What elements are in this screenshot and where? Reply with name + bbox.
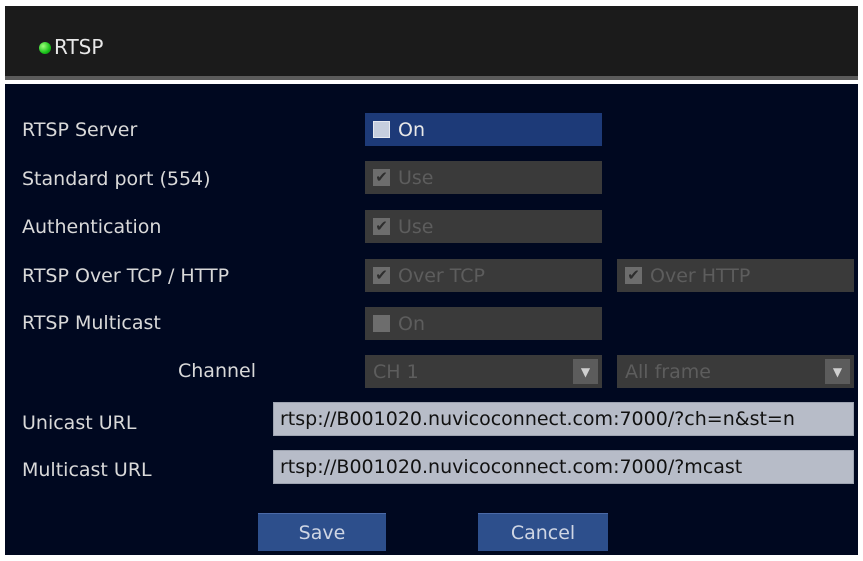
over-http-checkbox[interactable]: ✔ Over HTTP [617, 259, 854, 292]
unicast-url-label: Unicast URL [22, 412, 137, 434]
check-icon: ✔ [625, 267, 642, 284]
channel-select-value: CH 1 [373, 360, 419, 383]
rtsp-server-on-checkbox[interactable]: On [365, 113, 602, 146]
title-bar: RTSP [5, 6, 858, 80]
channel-label: Channel [178, 360, 257, 382]
rtsp-settings-window: RTSP RTSP Server On Standard port (554) … [0, 0, 863, 561]
over-tcp-http-label: RTSP Over TCP / HTTP [22, 265, 230, 287]
checkbox-unchecked-icon [373, 121, 390, 138]
check-icon: ✔ [373, 267, 390, 284]
status-dot-icon [39, 42, 51, 54]
chevron-down-icon[interactable]: ▼ [573, 359, 598, 384]
multicast-option-label: On [398, 312, 425, 335]
over-tcp-checkbox[interactable]: ✔ Over TCP [365, 259, 602, 292]
standard-port-label: Standard port (554) [22, 168, 211, 190]
channel-select[interactable]: CH 1 ▼ [365, 355, 602, 388]
check-icon: ✔ [373, 169, 390, 186]
over-http-option-label: Over HTTP [650, 264, 751, 287]
cancel-button[interactable]: Cancel [478, 513, 608, 551]
multicast-label: RTSP Multicast [22, 312, 161, 334]
check-icon: ✔ [373, 218, 390, 235]
multicast-url-label: Multicast URL [22, 459, 152, 481]
authentication-use-checkbox[interactable]: ✔ Use [365, 210, 602, 243]
authentication-option-label: Use [398, 215, 434, 238]
standard-port-option-label: Use [398, 166, 434, 189]
frame-select[interactable]: All frame ▼ [617, 355, 854, 388]
authentication-label: Authentication [22, 216, 162, 238]
frame-select-value: All frame [625, 360, 711, 383]
settings-panel: RTSP Server On Standard port (554) ✔ Use… [5, 84, 858, 555]
over-tcp-option-label: Over TCP [398, 264, 485, 287]
save-button[interactable]: Save [258, 513, 386, 551]
window-title: RTSP [54, 35, 104, 59]
unicast-url-field[interactable]: rtsp://B001020.nuvicoconnect.com:7000/?c… [273, 402, 854, 436]
rtsp-server-option-label: On [398, 118, 425, 141]
multicast-url-field[interactable]: rtsp://B001020.nuvicoconnect.com:7000/?m… [273, 450, 854, 484]
standard-port-use-checkbox[interactable]: ✔ Use [365, 161, 602, 194]
checkbox-unchecked-icon [373, 315, 390, 332]
chevron-down-icon[interactable]: ▼ [825, 359, 850, 384]
multicast-on-checkbox[interactable]: On [365, 307, 602, 340]
rtsp-server-label: RTSP Server [22, 119, 138, 141]
